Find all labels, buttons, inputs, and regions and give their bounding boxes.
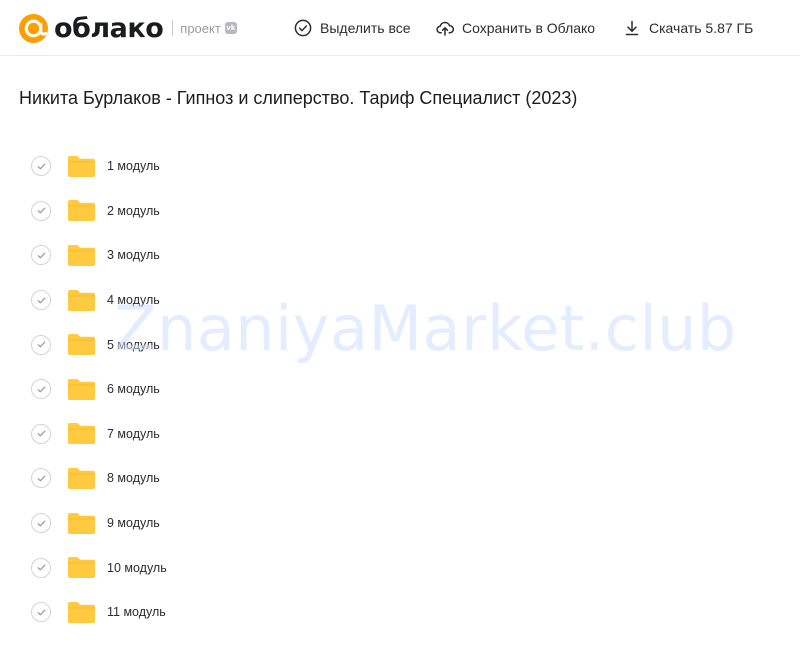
folder-icon [68,557,95,579]
folder-icon [68,378,95,400]
vk-badge-icon: vk [224,22,237,34]
check-circle-icon[interactable] [31,245,51,266]
list-item-label: 5 модуль [107,337,160,352]
list-item-label: 6 модуль [107,382,160,397]
check-circle-icon[interactable] [31,423,51,444]
list-item[interactable]: 2 модуль [0,189,800,234]
folder-icon [68,423,95,445]
list-item-label: 8 модуль [107,471,160,486]
download-icon [625,20,639,36]
list-item[interactable]: 5 модуль [0,322,800,367]
list-item[interactable]: 8 модуль [0,456,800,501]
download-button[interactable]: Скачать 5.87 ГБ [623,17,753,39]
check-circle-icon[interactable] [31,602,51,623]
folder-icon [68,512,95,534]
folder-icon [68,244,95,266]
folder-icon [68,601,95,623]
check-circle-icon[interactable] [31,513,51,534]
list-item-label: 3 модуль [107,248,160,263]
logo-divider [172,20,174,36]
list-item-label: 9 модуль [107,516,160,531]
list-item[interactable]: 4 модуль [0,278,800,323]
list-item[interactable]: 6 модуль [0,367,800,412]
check-circle-icon[interactable] [31,200,51,221]
folder-icon [68,200,95,222]
check-circle-icon [294,19,312,37]
folder-icon [68,467,95,489]
folder-icon [68,334,95,356]
cloud-upload-icon [436,21,454,36]
cloud-logo-icon [18,13,49,43]
check-circle-icon[interactable] [31,290,51,311]
folder-list: 1 модуль 2 модуль 3 модуль 4 модуль 5 мо… [0,144,800,635]
list-item-label: 4 модуль [107,293,160,308]
logo-text: облако [54,12,164,44]
project-label-text: проект [180,20,221,36]
list-item[interactable]: 10 модуль [0,545,800,590]
list-item[interactable]: 9 модуль [0,501,800,546]
save-to-cloud-button[interactable]: Сохранить в Облако [436,17,595,39]
page-title: Никита Бурлаков - Гипноз и слиперство. Т… [19,88,578,108]
list-item-label: 10 модуль [107,560,167,575]
check-circle-icon[interactable] [31,156,51,177]
list-item-label: 1 модуль [107,159,160,174]
list-item-label: 11 модуль [107,605,166,620]
project-label: проект vk [180,21,237,36]
logo[interactable]: облако проект vk [18,12,237,44]
check-circle-icon[interactable] [31,334,51,355]
list-item[interactable]: 11 модуль [0,590,800,635]
check-circle-icon[interactable] [31,468,51,489]
list-item[interactable]: 1 модуль [0,144,800,189]
list-item[interactable]: 3 модуль [0,233,800,278]
folder-icon [68,155,95,177]
check-circle-icon[interactable] [31,379,51,400]
list-item-label: 2 модуль [107,203,160,218]
check-circle-icon[interactable] [31,557,51,578]
list-item[interactable]: 7 модуль [0,412,800,457]
download-label: Скачать 5.87 ГБ [649,20,754,36]
save-to-cloud-label: Сохранить в Облако [462,20,596,36]
select-all-label: Выделить все [320,20,411,36]
folder-icon [68,289,95,311]
select-all-button[interactable]: Выделить все [294,17,411,39]
list-item-label: 7 модуль [107,426,160,441]
top-bar: облако проект vk Выделить все Сохранить … [0,0,800,56]
